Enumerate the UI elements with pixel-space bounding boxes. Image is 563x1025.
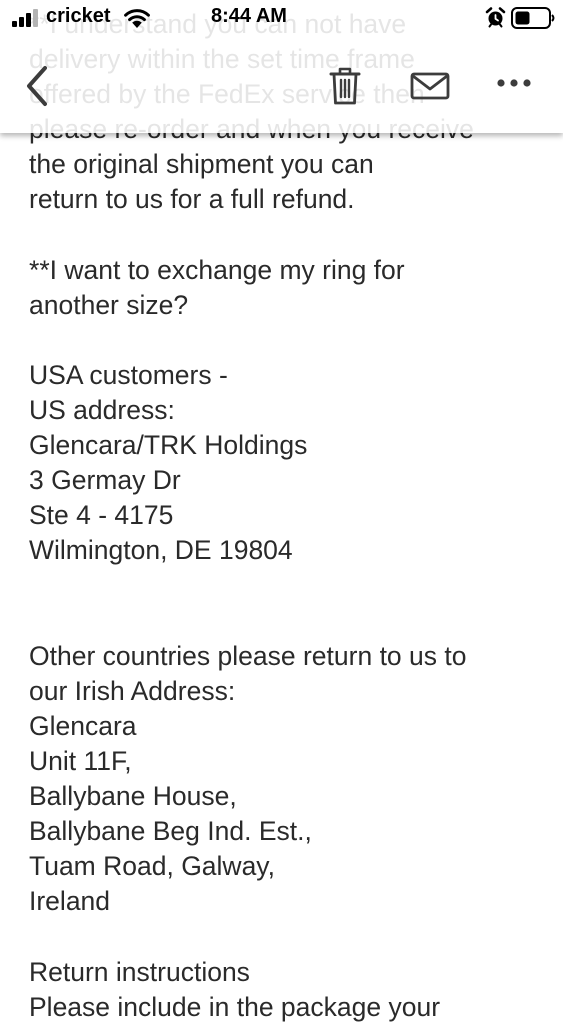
email-body-line: the original shipment you can — [29, 149, 374, 180]
email-body-line: Ireland — [29, 886, 111, 917]
email-body-line: USA customers - — [29, 359, 228, 390]
carrier-name: cricket — [46, 5, 111, 27]
battery-icon — [511, 7, 555, 29]
back-button[interactable] — [20, 64, 54, 108]
message-toolbar — [0, 50, 563, 120]
chevron-left-icon — [27, 66, 47, 106]
email-body: **I understand you can not havedelivery … — [29, 7, 549, 1025]
more-icon — [497, 79, 531, 87]
email-body-line: Ballybane House, — [29, 781, 237, 812]
email-body-line: Ste 4 - 4175 — [29, 500, 174, 531]
email-body-line: Ballybane Beg Ind. Est., — [29, 816, 312, 847]
envelope-icon — [410, 72, 450, 100]
signal-icon — [12, 9, 38, 27]
email-body-line: Return instructions — [29, 956, 250, 987]
email-body-line: 3 Germay Dr — [29, 465, 181, 496]
email-body-line: Wilmington, DE 19804 — [29, 535, 293, 566]
email-body-line: Glencara — [29, 710, 137, 741]
wifi-icon — [124, 9, 150, 28]
mail-button[interactable] — [410, 72, 450, 100]
email-body-line: Unit 11F, — [29, 745, 132, 776]
email-body-line: another size? — [29, 289, 189, 320]
trash-button[interactable] — [328, 66, 362, 106]
email-body-line: our Irish Address: — [29, 675, 236, 706]
email-body-line: Other countries please return to us to — [29, 640, 467, 671]
top-bar: cricket 8:44 AM — [0, 0, 563, 133]
email-body-line: Glencara/TRK Holdings — [29, 430, 308, 461]
email-body-line: **I want to exchange my ring for — [29, 254, 405, 285]
more-button[interactable] — [494, 76, 534, 90]
email-body-line: Please include in the package your — [29, 991, 441, 1022]
email-body-line: Tuam Road, Galway, — [29, 851, 275, 882]
status-bar: cricket 8:44 AM — [0, 0, 563, 36]
email-body-line: return to us for a full refund. — [29, 184, 355, 215]
clock: 8:44 AM — [211, 5, 287, 27]
alarm-icon — [485, 7, 506, 28]
trash-icon — [329, 67, 361, 105]
email-body-line: US address: — [29, 395, 175, 426]
